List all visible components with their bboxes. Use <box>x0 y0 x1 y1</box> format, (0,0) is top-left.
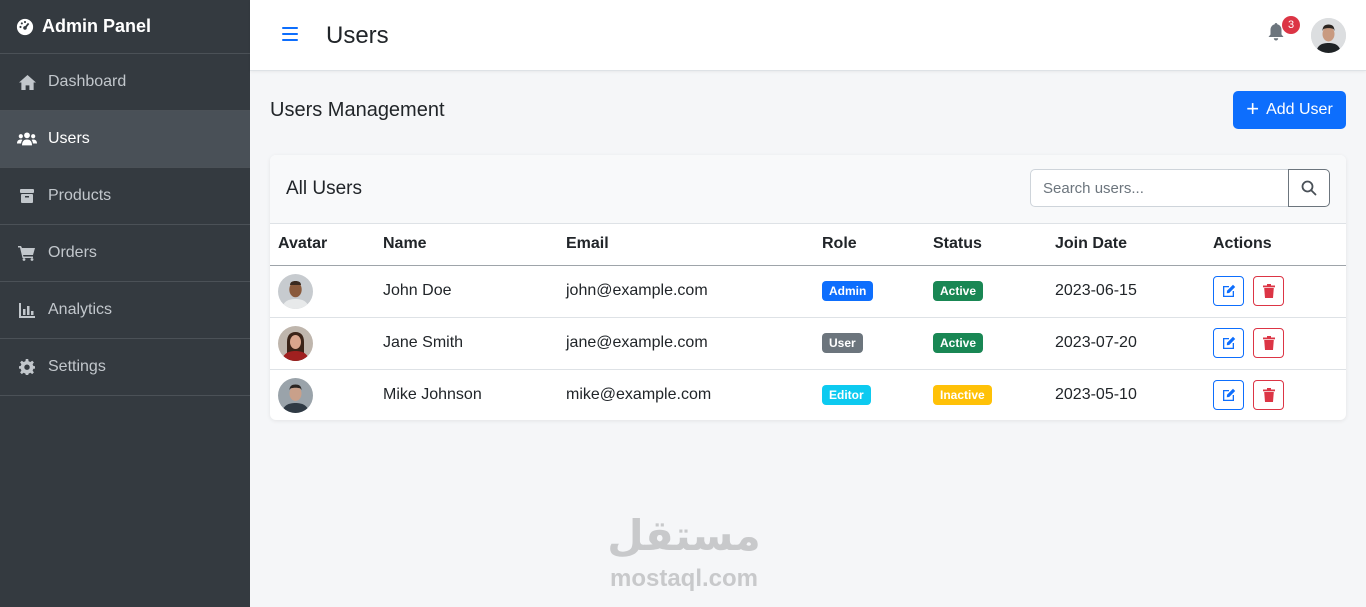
users-card: All Users Avatar Name Email Role Status … <box>270 155 1346 420</box>
user-avatar[interactable] <box>1311 18 1346 53</box>
column-header: Email <box>558 224 814 266</box>
status-badge: Active <box>933 333 984 353</box>
delete-button[interactable] <box>1253 276 1284 306</box>
column-header: Role <box>814 224 925 266</box>
avatar-cell <box>270 369 375 421</box>
email-cell: john@example.com <box>558 265 814 318</box>
role-badge: Admin <box>822 281 874 301</box>
add-user-button[interactable]: + Add User <box>1233 91 1346 129</box>
watermark-latin: mostaql.com <box>609 565 759 592</box>
edit-icon <box>1222 284 1235 297</box>
name-cell: John Doe <box>375 265 558 318</box>
avatar <box>278 273 313 309</box>
brand[interactable]: Admin Panel <box>0 0 250 54</box>
avatar-cell <box>270 265 375 318</box>
edit-icon <box>1222 389 1235 402</box>
search-icon <box>1301 180 1317 196</box>
sidebar-item-label: Settings <box>48 358 106 375</box>
role-cell: Admin <box>814 265 925 318</box>
sidebar-item-analytics[interactable]: Analytics <box>0 282 250 339</box>
sidebar-item-label: Users <box>48 130 90 147</box>
table-header-row: Avatar Name Email Role Status Join Date … <box>270 224 1346 266</box>
name-cell: Mike Johnson <box>383 386 482 404</box>
column-header: Avatar <box>270 224 375 266</box>
users-table: Avatar Name Email Role Status Join Date … <box>270 224 1346 421</box>
cart-icon <box>17 243 37 263</box>
edit-button[interactable] <box>1213 380 1244 411</box>
search-input[interactable] <box>1030 169 1289 207</box>
plus-icon: + <box>1246 96 1260 121</box>
table-row: Jane Smith jane@example.com User Active … <box>270 317 1346 370</box>
sidebar-item-orders[interactable]: Orders <box>0 225 250 282</box>
edit-icon <box>1222 336 1235 349</box>
sidebar-item-dashboard[interactable]: Dashboard <box>0 54 250 111</box>
email-cell: mike@example.com <box>566 386 712 404</box>
actions-cell <box>1205 369 1346 421</box>
users-icon <box>17 129 37 149</box>
join-date-cell: 2023-05-10 <box>1055 386 1137 404</box>
table-row: Mike Johnson mike@example.com Editor Ina… <box>270 369 1346 421</box>
box-icon <box>17 186 37 206</box>
actions-cell <box>1205 265 1346 318</box>
join-date-cell: 2023-06-15 <box>1047 265 1205 318</box>
trash-icon <box>1262 284 1275 298</box>
column-header: Status <box>925 224 1047 266</box>
join-date-cell: 2023-07-20 <box>1047 317 1205 370</box>
column-header: Name <box>375 224 558 266</box>
trash-icon <box>1262 336 1275 350</box>
notification-badge: 3 <box>1282 16 1300 34</box>
sidebar-item-label: Dashboard <box>48 73 127 90</box>
status-cell: Active <box>925 265 1047 318</box>
sidebar-item-settings[interactable]: Settings <box>0 339 250 396</box>
avatar <box>278 325 313 361</box>
home-icon <box>17 72 37 92</box>
edit-button[interactable] <box>1213 276 1244 306</box>
role-badge: User <box>822 333 863 353</box>
topbar: Users 3 <box>250 0 1366 71</box>
column-header: Join Date <box>1047 224 1205 266</box>
menu-toggle-icon[interactable] <box>282 27 298 41</box>
column-header: Actions <box>1205 224 1346 266</box>
table-row: John Doe john@example.com Admin Active 2… <box>270 265 1346 318</box>
brand-title: Admin Panel <box>42 16 152 36</box>
status-badge: Active <box>933 281 984 301</box>
sidebar-item-users[interactable]: Users <box>0 111 250 168</box>
name-cell: Jane Smith <box>375 317 558 370</box>
chart-icon <box>17 300 37 320</box>
role-cell: User <box>814 317 925 370</box>
sidebar-item-label: Analytics <box>48 301 113 318</box>
avatar-cell <box>270 317 375 370</box>
delete-button[interactable] <box>1253 380 1284 411</box>
page-title: Users <box>326 22 389 49</box>
role-badge: Editor <box>822 385 871 406</box>
add-user-label: Add User <box>1266 101 1333 118</box>
status-cell: Inactive <box>925 369 1047 421</box>
gauge-icon <box>16 18 34 35</box>
delete-button[interactable] <box>1253 328 1284 358</box>
sidebar-item-label: Orders <box>48 244 97 261</box>
sidebar-item-products[interactable]: Products <box>0 168 250 225</box>
status-badge: Inactive <box>933 385 992 406</box>
card-header: All Users <box>270 155 1346 224</box>
section-title: Users Management <box>270 99 445 121</box>
status-cell: Active <box>925 317 1047 370</box>
watermark: مستقل mostaql.com <box>603 515 765 591</box>
gear-icon <box>17 357 37 377</box>
trash-icon <box>1262 388 1275 403</box>
sidebar-item-label: Products <box>48 187 112 204</box>
actions-cell <box>1205 317 1346 370</box>
role-cell: Editor <box>814 369 925 421</box>
card-title: All Users <box>286 178 363 199</box>
sidebar: Admin Panel Dashboard Users Products Ord… <box>0 0 250 607</box>
watermark-arabic: مستقل <box>607 511 761 560</box>
email-cell: jane@example.com <box>558 317 814 370</box>
avatar <box>278 377 313 413</box>
search-button[interactable] <box>1288 169 1330 207</box>
edit-button[interactable] <box>1213 328 1244 358</box>
